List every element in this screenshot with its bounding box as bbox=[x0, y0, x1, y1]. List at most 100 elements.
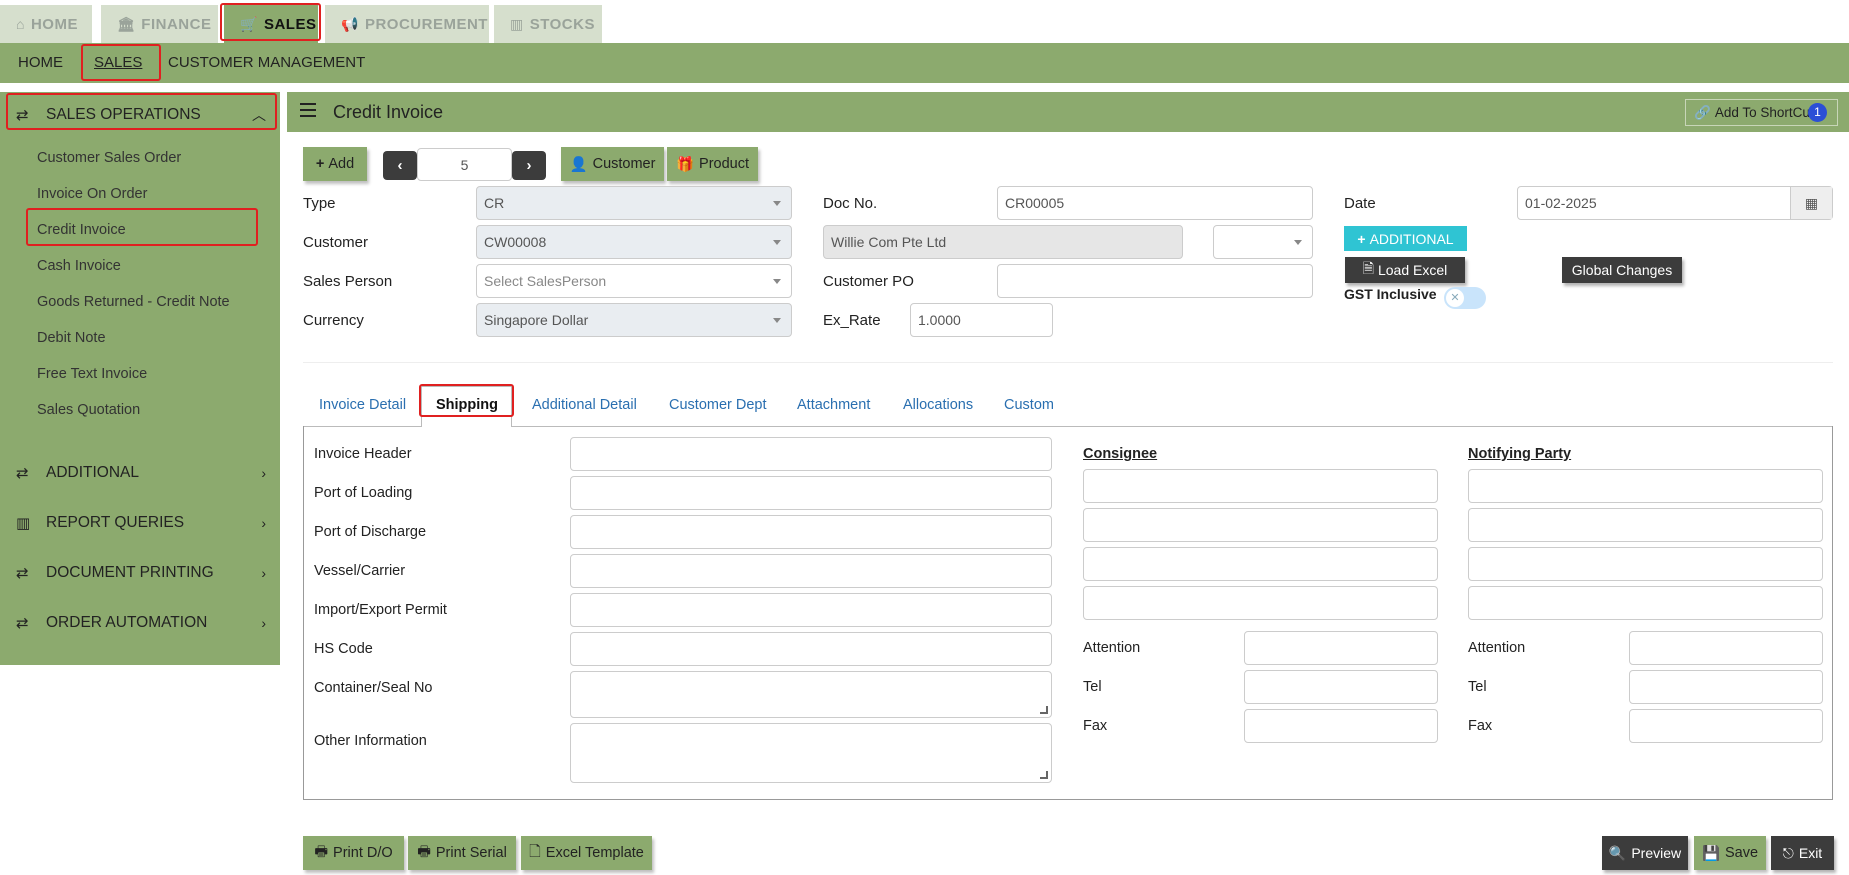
page-title: Credit Invoice bbox=[333, 102, 444, 122]
vessel-carrier-input[interactable] bbox=[570, 554, 1052, 588]
notifying-attention-input[interactable] bbox=[1629, 631, 1823, 665]
import-export-permit-input[interactable] bbox=[570, 593, 1052, 627]
sidebar-item-cash-invoice[interactable]: Cash Invoice bbox=[37, 258, 121, 274]
global-changes-button[interactable]: Global Changes bbox=[1562, 257, 1682, 283]
next-record-button[interactable]: › bbox=[512, 151, 546, 180]
chevron-right-icon: › bbox=[261, 615, 266, 631]
sidebar-item-debit-note[interactable]: Debit Note bbox=[37, 330, 106, 346]
tab-additional-detail[interactable]: Additional Detail bbox=[532, 397, 637, 413]
additional-button[interactable]: + ADDITIONAL bbox=[1344, 226, 1467, 251]
other-information-textarea[interactable] bbox=[570, 723, 1052, 783]
date-input[interactable]: 01-02-2025 ▦ bbox=[1517, 186, 1833, 220]
sidebar-item-customer-sales-order[interactable]: Customer Sales Order bbox=[37, 150, 181, 166]
container-seal-label: Container/Seal No bbox=[314, 680, 433, 696]
caret-down-icon bbox=[773, 201, 781, 206]
save-button[interactable]: 💾 Save bbox=[1694, 836, 1766, 870]
ex-rate-input[interactable]: 1.0000 bbox=[910, 303, 1053, 337]
notifying-line-2[interactable] bbox=[1468, 508, 1823, 542]
sidebar-section-report-queries[interactable]: ▥ REPORT QUERIES › bbox=[0, 503, 280, 543]
product-button[interactable]: 🎁 Product bbox=[667, 147, 758, 181]
tab-customer-dept[interactable]: Customer Dept bbox=[669, 397, 767, 413]
sales-person-select[interactable]: Select SalesPerson bbox=[476, 264, 792, 298]
notifying-attention-label: Attention bbox=[1468, 640, 1526, 656]
gst-inclusive-toggle[interactable]: ✕ bbox=[1444, 287, 1486, 309]
previous-record-button[interactable]: ‹ bbox=[383, 151, 417, 180]
container-seal-textarea[interactable] bbox=[570, 671, 1052, 718]
add-to-shortcut-button[interactable]: 🔗 Add To ShortCut 1 bbox=[1685, 99, 1838, 126]
module-tab-home[interactable]: ⌂ HOME bbox=[0, 5, 92, 43]
print-do-button[interactable]: 🖶 Print D/O bbox=[303, 836, 404, 870]
notifying-tel-label: Tel bbox=[1468, 679, 1487, 695]
sidebar-item-goods-returned[interactable]: Goods Returned - Credit Note bbox=[37, 294, 230, 310]
subnav-home[interactable]: HOME bbox=[18, 54, 63, 71]
link-icon: 🔗 bbox=[1694, 104, 1711, 120]
sidebar-section-document-printing[interactable]: ⇄ DOCUMENT PRINTING › bbox=[0, 553, 280, 593]
tab-custom[interactable]: Custom bbox=[1004, 397, 1054, 413]
sidebar-section-additional[interactable]: ⇄ ADDITIONAL › bbox=[0, 453, 280, 493]
sidebar-item-free-text-invoice[interactable]: Free Text Invoice bbox=[37, 366, 147, 382]
invoice-header-input[interactable] bbox=[570, 437, 1052, 471]
consignee-attention-input[interactable] bbox=[1244, 631, 1438, 665]
notifying-line-1[interactable] bbox=[1468, 469, 1823, 503]
customer-button[interactable]: 👤 Customer bbox=[561, 147, 664, 181]
module-tab-procurement[interactable]: 📢 PROCUREMENT bbox=[325, 5, 489, 43]
consignee-fax-input[interactable] bbox=[1244, 709, 1438, 743]
notifying-tel-input[interactable] bbox=[1629, 670, 1823, 704]
notifying-line-3[interactable] bbox=[1468, 547, 1823, 581]
caret-down-icon bbox=[773, 318, 781, 323]
gift-icon: 🎁 bbox=[675, 156, 695, 173]
doc-no-input[interactable]: CR00005 bbox=[997, 186, 1313, 220]
notifying-fax-input[interactable] bbox=[1629, 709, 1823, 743]
resize-grip-icon[interactable] bbox=[1040, 706, 1048, 714]
consignee-line-2[interactable] bbox=[1083, 508, 1438, 542]
record-number-field[interactable]: 5 bbox=[417, 148, 512, 181]
home-icon: ⌂ bbox=[16, 16, 25, 32]
module-tab-finance[interactable]: 🏛 FINANCE bbox=[101, 5, 218, 43]
module-tab-stocks[interactable]: ▥ STOCKS bbox=[494, 5, 602, 43]
sub-navigation: HOME SALES CUSTOMER MANAGEMENT bbox=[0, 43, 1849, 83]
port-of-loading-label: Port of Loading bbox=[314, 485, 413, 501]
consignee-line-1[interactable] bbox=[1083, 469, 1438, 503]
user-icon: 👤 bbox=[569, 156, 588, 173]
tab-attachment[interactable]: Attachment bbox=[797, 397, 870, 413]
highlight-sales-operations bbox=[6, 93, 277, 130]
exit-button[interactable]: ⎋ Exit bbox=[1771, 836, 1834, 870]
excel-template-button[interactable]: 🗋 Excel Template bbox=[521, 836, 652, 870]
hamburger-icon[interactable] bbox=[300, 103, 316, 121]
highlight-sales-tab bbox=[220, 3, 321, 41]
print-serial-button[interactable]: 🖶 Print Serial bbox=[408, 836, 516, 870]
consignee-attention-label: Attention bbox=[1083, 640, 1141, 656]
gst-inclusive-label: GST Inclusive bbox=[1344, 286, 1437, 302]
customer-select[interactable]: CW00008 bbox=[476, 225, 792, 259]
chevron-left-icon: ‹ bbox=[397, 157, 403, 174]
currency-select[interactable]: Singapore Dollar bbox=[476, 303, 792, 337]
consignee-line-3[interactable] bbox=[1083, 547, 1438, 581]
sidebar-item-sales-quotation[interactable]: Sales Quotation bbox=[37, 402, 140, 418]
sidebar-section-order-automation[interactable]: ⇄ ORDER AUTOMATION › bbox=[0, 603, 280, 643]
hs-code-input[interactable] bbox=[570, 632, 1052, 666]
sidebar-item-invoice-on-order[interactable]: Invoice On Order bbox=[37, 186, 147, 202]
resize-grip-icon[interactable] bbox=[1040, 771, 1048, 779]
type-select[interactable]: CR bbox=[476, 186, 792, 220]
consignee-tel-input[interactable] bbox=[1244, 670, 1438, 704]
search-icon: 🔍 bbox=[1608, 844, 1627, 861]
hs-code-label: HS Code bbox=[314, 641, 373, 657]
tab-invoice-detail[interactable]: Invoice Detail bbox=[319, 397, 406, 413]
add-button[interactable]: + Add bbox=[303, 147, 367, 181]
sales-person-label: Sales Person bbox=[303, 273, 393, 290]
load-excel-button[interactable]: 🗎 Load Excel bbox=[1345, 257, 1465, 283]
bank-icon: 🏛 bbox=[117, 15, 136, 32]
port-of-discharge-input[interactable] bbox=[570, 515, 1052, 549]
exchange-icon: ⇄ bbox=[16, 615, 29, 632]
subnav-customer-management[interactable]: CUSTOMER MANAGEMENT bbox=[168, 54, 365, 71]
shortcut-count-badge: 1 bbox=[1808, 103, 1827, 122]
consignee-line-4[interactable] bbox=[1083, 586, 1438, 620]
preview-button[interactable]: 🔍 Preview bbox=[1602, 836, 1688, 870]
tab-allocations[interactable]: Allocations bbox=[903, 397, 973, 413]
calendar-icon[interactable]: ▦ bbox=[1790, 187, 1832, 219]
port-of-loading-input[interactable] bbox=[570, 476, 1052, 510]
customer-po-input[interactable] bbox=[997, 264, 1313, 298]
chevron-right-icon: › bbox=[526, 157, 532, 174]
notifying-line-4[interactable] bbox=[1468, 586, 1823, 620]
customer-extra-select[interactable] bbox=[1213, 225, 1313, 259]
